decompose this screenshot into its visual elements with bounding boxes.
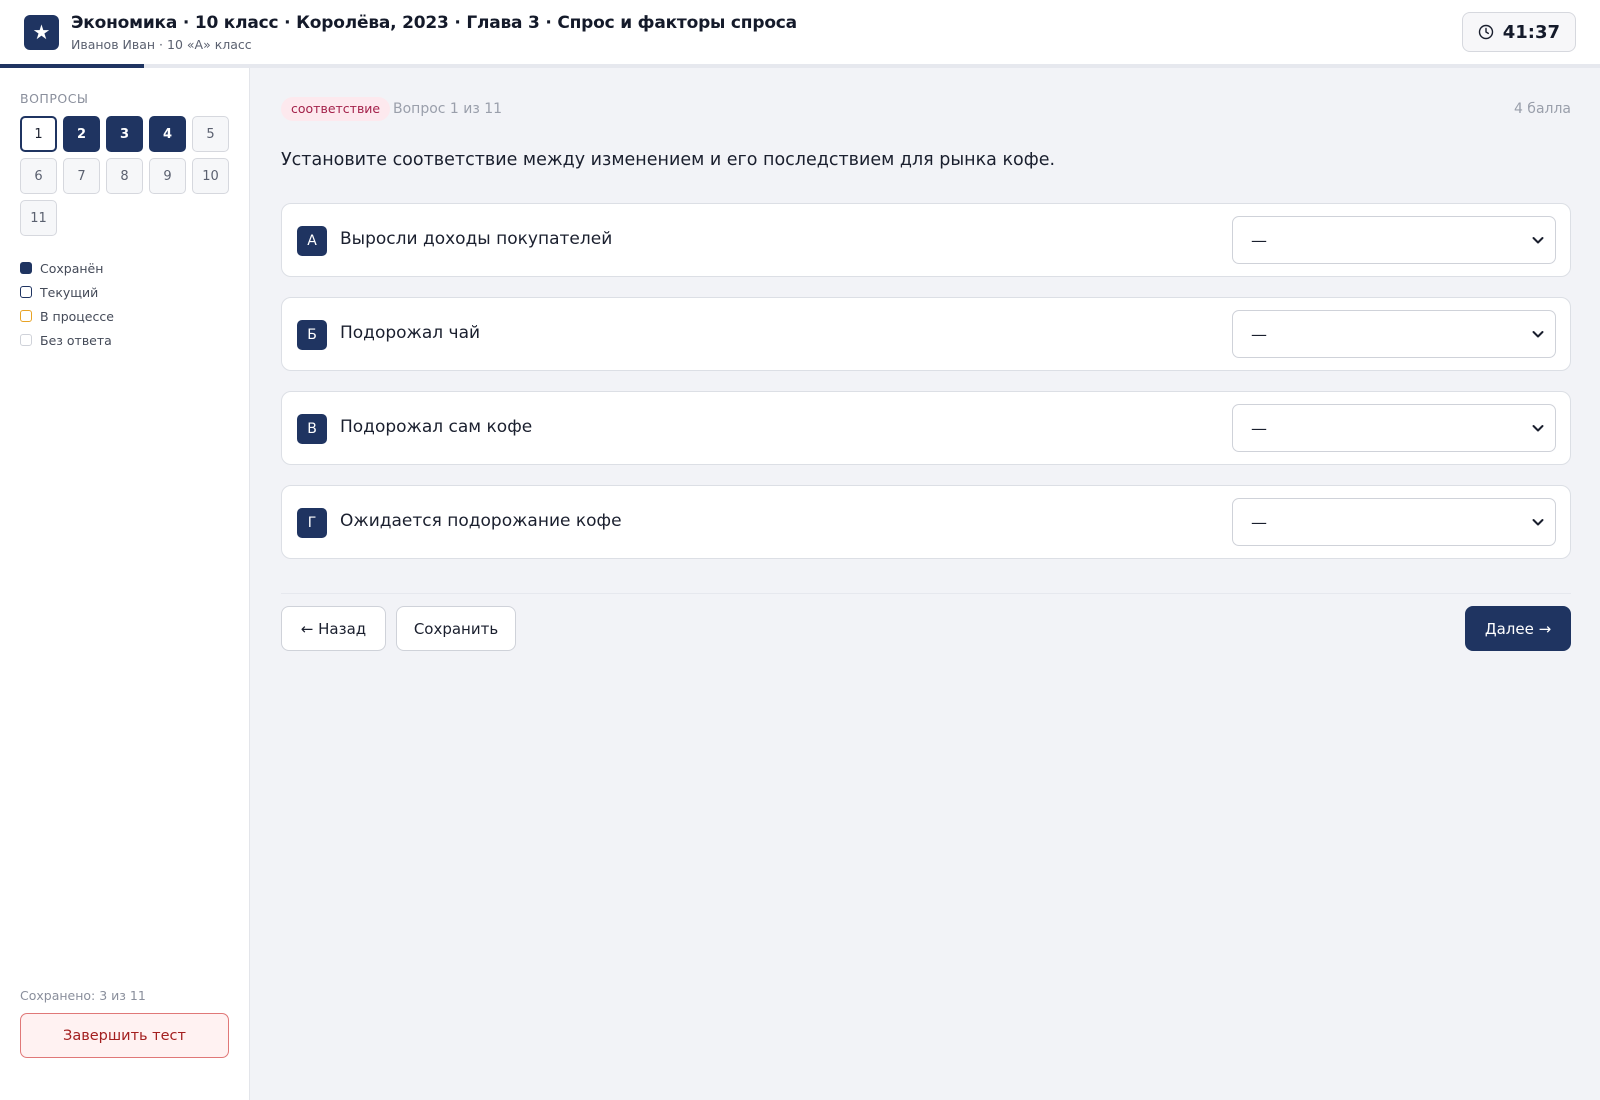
in-progress-swatch-icon bbox=[20, 310, 32, 322]
item-letter-badge: Б bbox=[297, 320, 327, 350]
saved-swatch-icon bbox=[20, 262, 32, 274]
answer-select[interactable]: — bbox=[1232, 498, 1556, 546]
question-nav-button[interactable]: 5 bbox=[192, 116, 229, 152]
item-text: Подорожал чай bbox=[340, 323, 481, 343]
answer-select[interactable]: — bbox=[1232, 404, 1556, 452]
question-text: Установите соответствие между изменением… bbox=[281, 150, 1056, 170]
question-grid: 1 2 3 4 5 6 7 8 9 10 11 bbox=[20, 116, 240, 236]
select-value: — bbox=[1251, 230, 1267, 250]
matching-item: В Подорожал сам кофе — bbox=[281, 391, 1571, 465]
question-nav-button[interactable]: 11 bbox=[20, 200, 57, 236]
chevron-down-icon bbox=[1532, 331, 1544, 338]
back-button[interactable]: ← Назад bbox=[281, 606, 386, 651]
matching-items: А Выросли доходы покупателей — Б Подорож… bbox=[281, 203, 1571, 579]
matching-item: А Выросли доходы покупателей — bbox=[281, 203, 1571, 277]
matching-item: Б Подорожал чай — bbox=[281, 297, 1571, 371]
legend-current-label: Текущий bbox=[40, 284, 99, 300]
matching-item: Г Ожидается подорожание кофе — bbox=[281, 485, 1571, 559]
question-number: Вопрос 1 из 11 bbox=[393, 101, 503, 117]
app-header: ★ Экономика · 10 класс · Королёва, 2023 … bbox=[0, 0, 1600, 68]
question-nav-button[interactable]: 7 bbox=[63, 158, 100, 194]
current-swatch-icon bbox=[20, 286, 32, 298]
answer-select[interactable]: — bbox=[1232, 310, 1556, 358]
legend-no-answer-label: Без ответа bbox=[40, 332, 112, 348]
chevron-down-icon bbox=[1532, 237, 1544, 244]
item-text: Ожидается подорожание кофе bbox=[340, 511, 622, 531]
question-points: 4 балла bbox=[1513, 101, 1571, 117]
question-nav-button[interactable]: 9 bbox=[149, 158, 186, 194]
question-nav-button[interactable]: 1 bbox=[20, 116, 57, 152]
select-value: — bbox=[1251, 512, 1267, 532]
timer: 41:37 bbox=[1461, 12, 1576, 52]
nav-divider bbox=[281, 593, 1571, 594]
questions-heading: ВОПРОСЫ bbox=[20, 91, 89, 106]
legend-saved: Сохранён bbox=[20, 256, 114, 280]
chevron-down-icon bbox=[1532, 425, 1544, 432]
legend-no-answer: Без ответа bbox=[20, 328, 114, 352]
question-nav-button[interactable]: 8 bbox=[106, 158, 143, 194]
question-nav-button[interactable]: 6 bbox=[20, 158, 57, 194]
item-text: Выросли доходы покупателей bbox=[340, 229, 613, 249]
page-title: Экономика · 10 класс · Королёва, 2023 · … bbox=[71, 13, 797, 33]
item-letter-badge: А bbox=[297, 226, 327, 256]
legend-in-progress-label: В процессе bbox=[40, 308, 114, 324]
status-legend: Сохранён Текущий В процессе Без ответа bbox=[20, 256, 114, 352]
question-nav-button[interactable]: 3 bbox=[106, 116, 143, 152]
clock-icon bbox=[1478, 24, 1493, 40]
next-button[interactable]: Далее → bbox=[1465, 606, 1571, 651]
question-nav-button[interactable]: 4 bbox=[149, 116, 186, 152]
student-info: Иванов Иван · 10 «А» класс bbox=[71, 37, 252, 52]
select-value: — bbox=[1251, 418, 1267, 438]
question-type-badge: соответствие bbox=[281, 97, 391, 121]
saved-count: Сохранено: 3 из 11 bbox=[20, 988, 146, 1003]
save-button[interactable]: Сохранить bbox=[396, 606, 516, 651]
legend-saved-label: Сохранён bbox=[40, 260, 104, 276]
legend-in-progress: В процессе bbox=[20, 304, 114, 328]
answer-select[interactable]: — bbox=[1232, 216, 1556, 264]
star-logo-icon: ★ bbox=[24, 15, 59, 50]
no-answer-swatch-icon bbox=[20, 334, 32, 346]
legend-current: Текущий bbox=[20, 280, 114, 304]
select-value: — bbox=[1251, 324, 1267, 344]
item-text: Подорожал сам кофе bbox=[340, 417, 533, 437]
item-letter-badge: Г bbox=[297, 508, 327, 538]
chevron-down-icon bbox=[1532, 519, 1544, 526]
question-sidebar: ВОПРОСЫ 1 2 3 4 5 6 7 8 9 10 11 Сохранён Текущий В… bbox=[0, 68, 250, 1100]
question-nav-button[interactable]: 10 bbox=[192, 158, 229, 194]
timer-value: 41:37 bbox=[1502, 21, 1560, 43]
question-nav-button[interactable]: 2 bbox=[63, 116, 100, 152]
finish-test-button[interactable]: Завершить тест bbox=[20, 1013, 229, 1058]
item-letter-badge: В bbox=[297, 414, 327, 444]
